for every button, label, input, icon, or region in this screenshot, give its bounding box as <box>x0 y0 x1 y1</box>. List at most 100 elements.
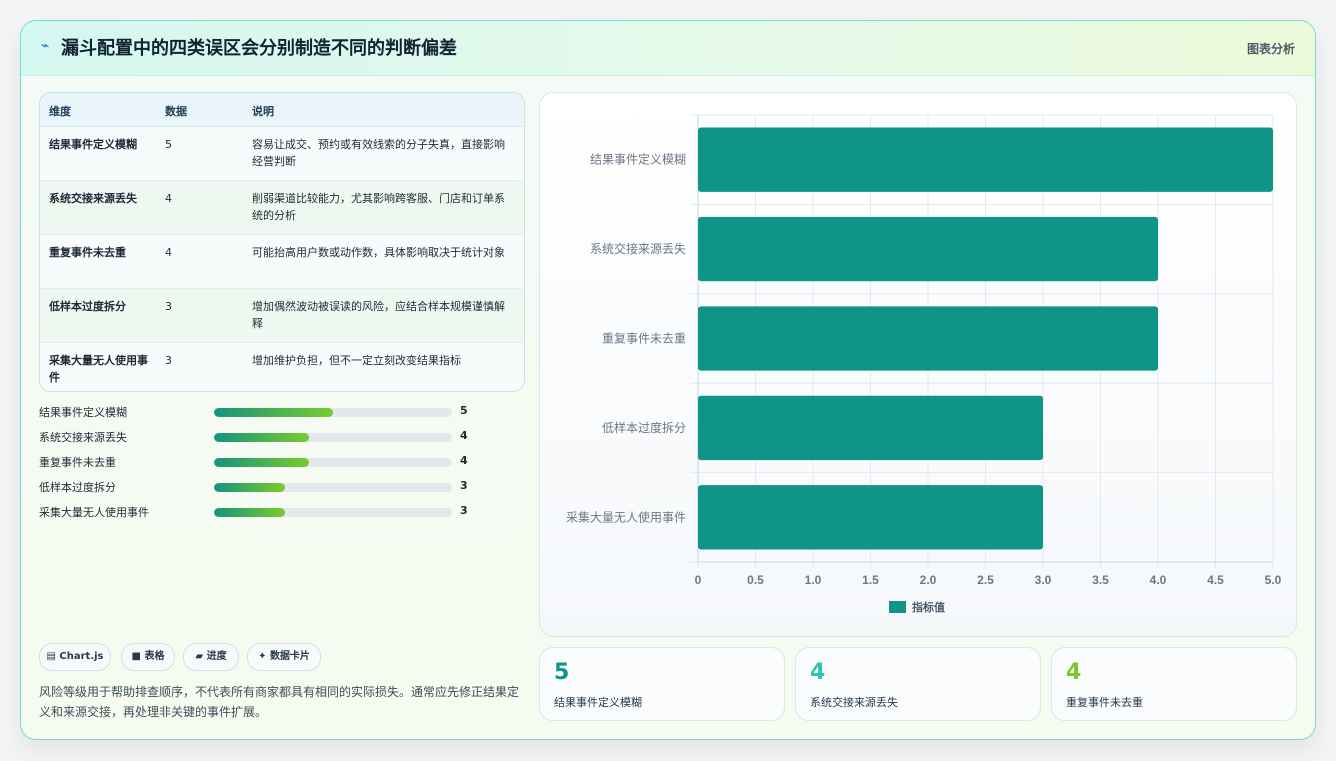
header: ⌁ 漏斗配置中的四类误区会分别制造不同的判断偏差 图表分析 <box>21 21 1315 76</box>
table-row: 结果事件定义模糊 5 容易让成交、预约或有效线索的分子失真，直接影响经营判断 <box>40 127 524 181</box>
progress-item: 重复事件未去重 4 <box>39 451 479 476</box>
legend-swatch <box>889 601 906 613</box>
progress-track <box>214 458 452 467</box>
progress-value: 3 <box>460 479 468 492</box>
row-name: 采集大量无人使用事件 <box>49 354 148 384</box>
progress-label: 重复事件未去重 <box>39 456 116 469</box>
progress-item: 系统交接来源丢失 4 <box>39 426 479 451</box>
row-description: 增加维护负担，但不一定立刻改变结果指标 <box>252 354 461 367</box>
kpi-card: 4 重复事件未去重 <box>1051 647 1297 721</box>
row-description: 容易让成交、预约或有效线索的分子失真，直接影响经营判断 <box>252 138 505 168</box>
row-description: 增加偶然波动被误读的风险，应结合样本规模谨慎解释 <box>252 300 505 330</box>
x-tick-label: 4.5 <box>1207 573 1224 587</box>
table-row: 采集大量无人使用事件 3 增加维护负担，但不一定立刻改变结果指标 <box>40 343 524 391</box>
progress-fill <box>214 433 310 442</box>
row-value: 4 <box>165 192 172 205</box>
chart-analysis-tag: 图表分析 <box>1246 42 1295 56</box>
chip-label: 表格 <box>144 651 165 662</box>
progress-item: 采集大量无人使用事件 3 <box>39 501 479 526</box>
chip-label: 进度 <box>206 651 227 662</box>
kpi-label: 结果事件定义模糊 <box>554 696 642 709</box>
progress-fill <box>214 508 286 517</box>
column-header-description: 说明 <box>252 105 274 118</box>
data-table: 维度 数据 说明 结果事件定义模糊 5 容易让成交、预约或有效线索的分子失真，直… <box>39 92 525 392</box>
x-tick-label: 3.5 <box>1092 573 1109 587</box>
progress-value: 5 <box>460 404 468 417</box>
bolt-icon: ⌁ <box>41 38 50 54</box>
row-name: 结果事件定义模糊 <box>49 138 137 151</box>
column-header-data: 数据 <box>165 105 187 118</box>
x-tick-label: 2.0 <box>920 573 937 587</box>
chip-data-cards[interactable]: ✦ 数据卡片 <box>247 643 321 671</box>
x-tick-label: 1.0 <box>805 573 822 587</box>
row-name: 系统交接来源丢失 <box>49 192 137 205</box>
chip-label: Chart.js <box>59 651 104 662</box>
x-tick-label: 0 <box>695 573 702 587</box>
progress-label: 采集大量无人使用事件 <box>39 506 149 519</box>
column-header-dimension: 维度 <box>49 105 71 118</box>
x-tick-label: 4.0 <box>1150 573 1167 587</box>
progress-fill <box>214 458 310 467</box>
x-tick-label: 1.5 <box>862 573 879 587</box>
chart-icon: ▤ <box>46 651 56 662</box>
progress-track <box>214 508 452 517</box>
kpi-card: 4 系统交接来源丢失 <box>795 647 1041 721</box>
progress-item: 结果事件定义模糊 5 <box>39 401 479 426</box>
progress-track <box>214 433 452 442</box>
sparkle-icon: ✦ <box>258 651 267 662</box>
progress-label: 结果事件定义模糊 <box>39 406 127 419</box>
progress-track <box>214 408 452 417</box>
table-row: 重复事件未去重 4 可能抬高用户数或动作数，具体影响取决于统计对象 <box>40 235 524 289</box>
bar <box>698 395 1043 461</box>
bar <box>698 127 1273 192</box>
progress-value: 4 <box>460 429 468 442</box>
table-row: 低样本过度拆分 3 增加偶然波动被误读的风险，应结合样本规模谨慎解释 <box>40 289 524 343</box>
y-tick-label: 低样本过度拆分 <box>602 420 686 435</box>
footnote: 风险等级用于帮助排查顺序，不代表所有商家都具有相同的实际损失。通常应先修正结果定… <box>39 685 520 719</box>
chip-chartjs[interactable]: ▤ Chart.js <box>39 643 111 671</box>
kpi-value: 4 <box>810 660 826 685</box>
kpi-label: 系统交接来源丢失 <box>810 696 898 709</box>
y-tick-label: 重复事件未去重 <box>602 332 686 346</box>
bar <box>698 216 1158 282</box>
bar <box>698 485 1043 550</box>
table-icon: ■ <box>131 651 141 662</box>
kpi-value: 4 <box>1066 660 1082 685</box>
x-tick-label: 3.0 <box>1035 573 1052 587</box>
chip-table[interactable]: ■ 表格 <box>121 643 175 671</box>
x-tick-label: 5.0 <box>1265 573 1282 587</box>
row-value: 3 <box>165 300 172 313</box>
progress-list: 结果事件定义模糊 5 系统交接来源丢失 4 重复事件未去重 4 低样本过度拆分 … <box>39 401 479 526</box>
bar <box>698 306 1158 371</box>
progress-value: 3 <box>460 504 468 517</box>
row-value: 5 <box>165 138 172 151</box>
kpi-label: 重复事件未去重 <box>1066 696 1143 709</box>
row-name: 重复事件未去重 <box>49 246 126 259</box>
y-tick-label: 采集大量无人使用事件 <box>566 509 686 524</box>
row-value: 3 <box>165 354 172 367</box>
dashboard-card: ⌁ 漏斗配置中的四类误区会分别制造不同的判断偏差 图表分析 维度 数据 说明 结… <box>20 20 1316 740</box>
progress-item: 低样本过度拆分 3 <box>39 476 479 501</box>
table-row: 系统交接来源丢失 4 削弱渠道比较能力，尤其影响跨客服、门店和订单系统的分析 <box>40 181 524 235</box>
chip-label: 数据卡片 <box>269 651 310 662</box>
x-tick-label: 0.5 <box>747 573 764 587</box>
progress-fill <box>214 408 333 417</box>
page-title: 漏斗配置中的四类误区会分别制造不同的判断偏差 <box>61 38 457 59</box>
row-description: 可能抬高用户数或动作数，具体影响取决于统计对象 <box>252 246 505 259</box>
progress-label: 系统交接来源丢失 <box>39 431 127 444</box>
progress-value: 4 <box>460 454 468 467</box>
legend-label: 指标值 <box>912 600 945 614</box>
chip-progress[interactable]: ▰ 进度 <box>183 643 239 671</box>
row-description: 削弱渠道比较能力，尤其影响跨客服、门店和订单系统的分析 <box>252 192 505 222</box>
progress-fill <box>214 483 286 492</box>
y-tick-label: 系统交接来源丢失 <box>590 241 686 256</box>
y-tick-label: 结果事件定义模糊 <box>590 152 686 167</box>
kpi-value: 5 <box>554 660 570 685</box>
chart-panel: 0 0.5 1.0 1.5 2.0 2.5 3.0 3.5 4.0 4.5 5.0 结果事件定义模糊系… <box>539 92 1297 637</box>
table-header: 维度 数据 说明 <box>40 93 524 127</box>
kpi-card: 5 结果事件定义模糊 <box>539 647 785 721</box>
row-value: 4 <box>165 246 172 259</box>
progress-icon: ▰ <box>195 651 204 662</box>
progress-track <box>214 483 452 492</box>
bar-chart: 0 0.5 1.0 1.5 2.0 2.5 3.0 3.5 4.0 4.5 5.0 结果事件定义模糊系… <box>566 114 1282 614</box>
